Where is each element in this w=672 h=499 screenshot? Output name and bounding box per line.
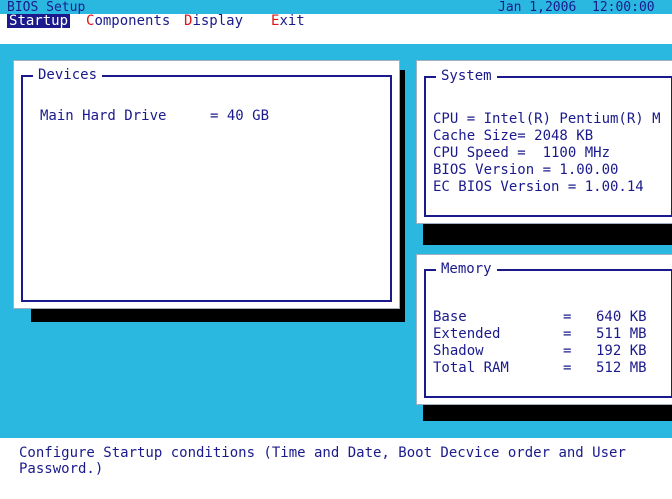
memory-shadow-value: 192 KB bbox=[596, 343, 647, 359]
main-hard-drive-value: = 40 GB bbox=[210, 108, 270, 124]
memory-extended-value: 511 MB bbox=[596, 326, 647, 342]
bios-version-line: BIOS Version = 1.00.00 bbox=[433, 162, 619, 178]
ec-bios-version-line: EC BIOS Version = 1.00.14 bbox=[433, 179, 644, 195]
memory-extended-eq: = bbox=[563, 326, 572, 342]
memory-extended-label: Extended bbox=[433, 326, 501, 342]
memory-base-label: Base bbox=[433, 309, 467, 325]
help-text: Configure Startup conditions (Time and D… bbox=[19, 445, 626, 477]
title-bar: BIOS Setup Jan 1,2006 12:00:00 bbox=[0, 0, 672, 15]
memory-total-ram-label: Total RAM bbox=[433, 360, 509, 376]
menu-item-display[interactable]: Display bbox=[182, 14, 245, 28]
memory-title: Memory bbox=[436, 261, 497, 277]
menu-label: xit bbox=[279, 13, 305, 29]
main-hard-drive-label[interactable]: Main Hard Drive bbox=[40, 108, 166, 124]
cpu-speed-line: CPU Speed = 1100 MHz bbox=[433, 145, 611, 161]
memory-base-value: 640 KB bbox=[596, 309, 647, 325]
menu-bar: Startup Components Display Exit bbox=[0, 14, 672, 44]
main-area: Devices Main Hard Drive = 40 GB System C… bbox=[0, 44, 672, 438]
cpu-line: CPU = Intel(R) Pentium(R) M bbox=[433, 111, 661, 127]
menu-item-exit[interactable]: Exit bbox=[269, 14, 307, 28]
devices-title: Devices bbox=[33, 67, 103, 83]
menu-label: tartup bbox=[17, 13, 69, 29]
memory-shadow-label: Shadow bbox=[433, 343, 484, 359]
menu-item-startup[interactable]: Startup bbox=[7, 13, 71, 29]
memory-total-ram-value: 512 MB bbox=[596, 360, 647, 376]
memory-panel: Memory Base = 640 KB Extended = 511 MB S… bbox=[416, 254, 672, 405]
system-title: System bbox=[436, 68, 497, 84]
devices-panel: Devices Main Hard Drive = 40 GB bbox=[13, 60, 400, 309]
menu-label: isplay bbox=[192, 13, 244, 29]
cache-size-line: Cache Size= 2048 KB bbox=[433, 128, 594, 144]
memory-base-eq: = bbox=[563, 309, 572, 325]
menu-label: omponents bbox=[94, 13, 171, 29]
menu-item-components[interactable]: Components bbox=[84, 14, 172, 28]
devices-frame: Devices Main Hard Drive = 40 GB bbox=[21, 67, 392, 302]
system-frame: System CPU = Intel(R) Pentium(R) M Cache… bbox=[424, 68, 672, 217]
help-bar: Configure Startup conditions (Time and D… bbox=[0, 438, 672, 499]
system-panel: System CPU = Intel(R) Pentium(R) M Cache… bbox=[416, 60, 672, 224]
memory-total-ram-eq: = bbox=[563, 360, 572, 376]
memory-frame: Memory Base = 640 KB Extended = 511 MB S… bbox=[424, 261, 672, 398]
memory-shadow-eq: = bbox=[563, 343, 572, 359]
